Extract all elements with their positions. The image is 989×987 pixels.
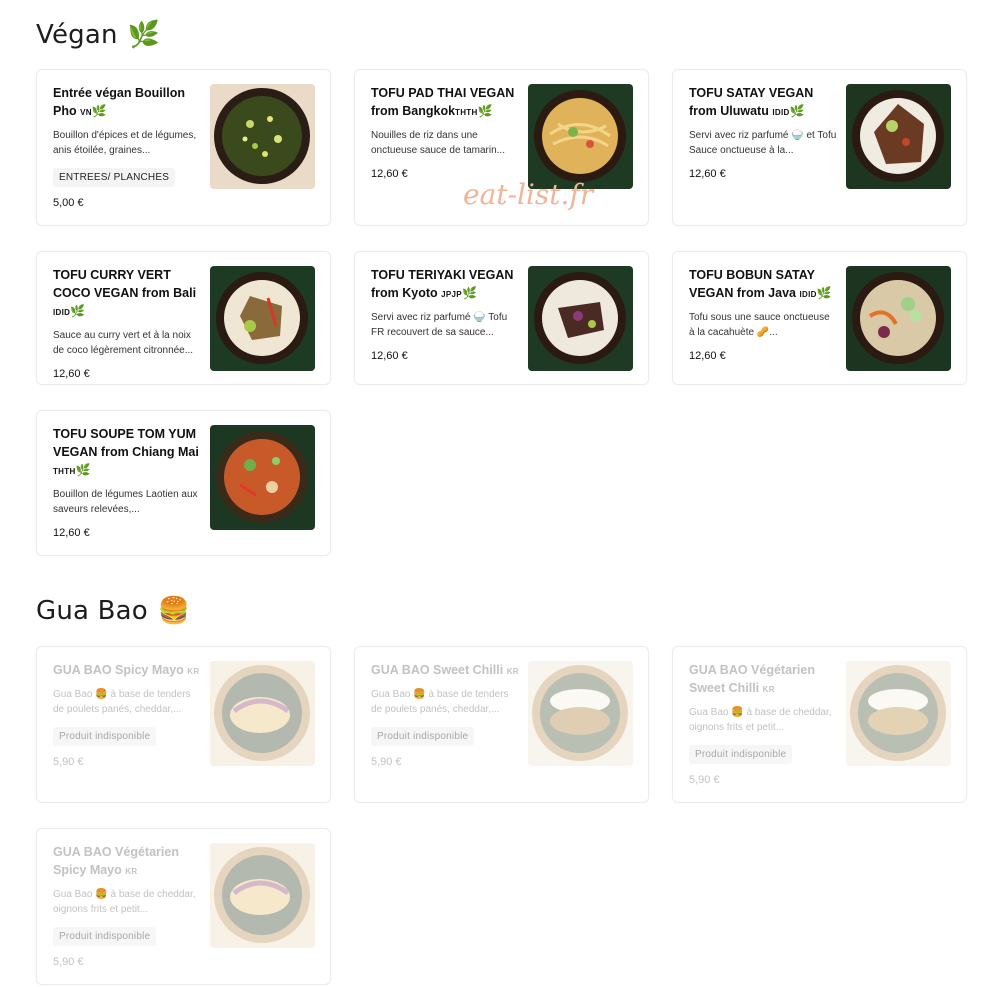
unavailable-badge: Produit indisponible (371, 727, 475, 746)
menu-item-photo (210, 661, 315, 766)
menu-item-description: Gua Bao 🍔 à base de tenders de poulets p… (371, 689, 509, 715)
menu-item-description: Servi avec riz parfumé 🍚 et Tofu Sauce o… (689, 130, 837, 156)
country-flag-icon: IDID (799, 290, 817, 299)
menu-item-name: TOFU TERIYAKI VEGAN from Kyoto JPJP🌿 (371, 268, 514, 300)
menu-item-description: Servi avec riz parfumé 🍚 Tofu FR recouve… (371, 312, 508, 338)
menu-item-photo (528, 661, 633, 766)
menu-item-description: Gua Bao 🍔 à base de cheddar, oignons fri… (53, 889, 196, 915)
menu-item-name: GUA BAO Sweet Chilli KR (371, 663, 519, 677)
country-flag-icon: JPJP (441, 290, 462, 299)
country-flag-icon: THTH (53, 467, 76, 476)
menu-item-card-unavailable[interactable]: GUA BAO Végétarien Sweet Chilli KR Gua B… (672, 646, 967, 803)
menu-item-photo (846, 661, 951, 766)
menu-item-description: Sauce au curry vert et à la noix de coco… (53, 330, 194, 356)
menu-item-card[interactable]: TOFU TERIYAKI VEGAN from Kyoto JPJP🌿 Ser… (354, 251, 649, 385)
menu-item-name: TOFU BOBUN SATAY VEGAN from Java IDID🌿 (689, 268, 832, 300)
menu-item-price: 12,60 € (53, 368, 90, 380)
menu-item-description: Gua Bao 🍔 à base de cheddar, oignons fri… (689, 707, 832, 733)
menu-item-price: 5,00 € (53, 197, 84, 209)
section-title-text: Végan (36, 20, 118, 50)
menu-item-description: Tofu sous une sauce onctueuse à la cacah… (689, 312, 830, 338)
country-flag-icon: KR (506, 667, 519, 676)
menu-item-photo (210, 266, 315, 371)
country-flag-icon: THTH (455, 108, 478, 117)
leaf-icon: 🌿 (789, 104, 805, 118)
country-flag-icon: KR (125, 867, 138, 876)
menu-item-price: 12,60 € (689, 168, 726, 180)
leaf-icon: 🌿 (91, 104, 107, 118)
menu-item-name: Entrée végan Bouillon Pho VN🌿 (53, 86, 185, 118)
country-flag-icon: IDID (53, 308, 71, 317)
menu-item-card[interactable]: TOFU CURRY VERT COCO VEGAN from Bali IDI… (36, 251, 331, 385)
menu-item-card[interactable]: TOFU SATAY VEGAN from Uluwatu IDID🌿 Serv… (672, 69, 967, 226)
section-title-gua-bao: Gua Bao 🍔 (36, 596, 190, 626)
menu-item-price: 12,60 € (53, 527, 90, 539)
menu-item-price: 5,90 € (53, 756, 84, 768)
menu-item-card-unavailable[interactable]: GUA BAO Sweet Chilli KR Gua Bao 🍔 à base… (354, 646, 649, 803)
leaf-icon: 🌿 (816, 286, 832, 300)
country-flag-icon: IDID (772, 108, 790, 117)
menu-item-price: 12,60 € (689, 350, 726, 362)
menu-item-name: TOFU PAD THAI VEGAN from BangkokTHTH🌿 (371, 86, 515, 118)
menu-item-price: 5,90 € (53, 956, 84, 968)
menu-item-photo (210, 84, 315, 189)
menu-item-card-unavailable[interactable]: GUA BAO Végétarien Spicy Mayo KR Gua Bao… (36, 828, 331, 985)
menu-item-price: 5,90 € (371, 756, 402, 768)
menu-item-photo (528, 84, 633, 189)
menu-item-name: TOFU SATAY VEGAN from Uluwatu IDID🌿 (689, 86, 814, 118)
menu-item-name: GUA BAO Végétarien Sweet Chilli KR (689, 663, 815, 695)
menu-item-price: 12,60 € (371, 350, 408, 362)
menu-item-card[interactable]: TOFU SOUPE TOM YUM VEGAN from Chiang Mai… (36, 410, 331, 556)
menu-item-description: Nouilles de riz dans une onctueuse sauce… (371, 130, 505, 156)
category-tag: ENTREES/ PLANCHES (53, 168, 176, 187)
menu-item-name: GUA BAO Spicy Mayo KR (53, 663, 200, 677)
menu-item-photo (846, 266, 951, 371)
menu-item-description: Gua Bao 🍔 à base de tenders de poulets p… (53, 689, 191, 715)
leaf-icon: 🌿 (461, 286, 477, 300)
menu-item-photo (528, 266, 633, 371)
menu-item-card[interactable]: TOFU BOBUN SATAY VEGAN from Java IDID🌿 T… (672, 251, 967, 385)
leaf-icon: 🌿 (127, 20, 161, 50)
country-flag-icon: VN (80, 108, 92, 117)
menu-item-photo (210, 843, 315, 948)
menu-item-card[interactable]: Entrée végan Bouillon Pho VN🌿 Bouillon d… (36, 69, 331, 226)
menu-item-description: Bouillon de légumes Laotien aux saveurs … (53, 489, 198, 515)
unavailable-badge: Produit indisponible (53, 727, 157, 746)
unavailable-badge: Produit indisponible (53, 927, 157, 946)
country-flag-icon: KR (762, 685, 775, 694)
menu-item-name: TOFU SOUPE TOM YUM VEGAN from Chiang Mai… (53, 427, 199, 477)
leaf-icon: 🌿 (70, 304, 86, 318)
unavailable-badge: Produit indisponible (689, 745, 793, 764)
section-title-vegan: Végan 🌿 (36, 20, 160, 50)
leaf-icon: 🌿 (75, 463, 91, 477)
menu-item-name: TOFU CURRY VERT COCO VEGAN from Bali IDI… (53, 268, 197, 318)
menu-item-photo (846, 84, 951, 189)
section-title-text: Gua Bao (36, 596, 148, 626)
country-flag-icon: KR (187, 667, 200, 676)
leaf-icon: 🌿 (477, 104, 493, 118)
menu-item-price: 5,90 € (689, 774, 720, 786)
menu-item-photo (210, 425, 315, 530)
menu-item-description: Bouillon d'épices et de légumes, anis ét… (53, 130, 197, 156)
burger-icon: 🍔 (157, 596, 191, 626)
menu-item-name: GUA BAO Végétarien Spicy Mayo KR (53, 845, 179, 877)
watermark: eat-list.fr (463, 178, 594, 211)
menu-item-card-unavailable[interactable]: GUA BAO Spicy Mayo KR Gua Bao 🍔 à base d… (36, 646, 331, 803)
